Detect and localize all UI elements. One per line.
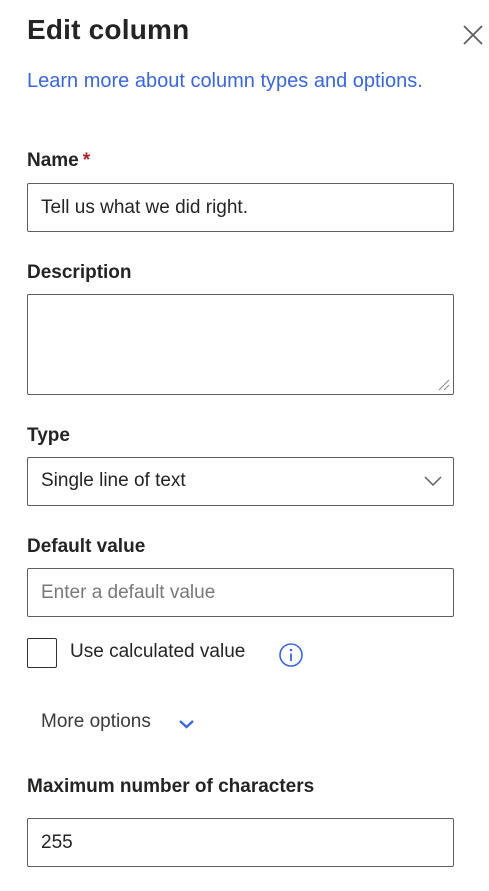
name-label-text: Name <box>27 150 79 171</box>
name-input[interactable] <box>27 183 454 232</box>
close-icon[interactable] <box>458 20 488 50</box>
chevron-down-icon[interactable] <box>178 718 195 730</box>
default-value-input[interactable] <box>27 568 454 617</box>
panel-title: Edit column <box>27 14 190 45</box>
calculated-value-label[interactable]: Use calculated value <box>70 641 245 663</box>
max-chars-label: Maximum number of characters <box>27 776 315 797</box>
type-selected-value: Single line of text <box>41 470 186 491</box>
default-value-label: Default value <box>27 536 146 557</box>
type-dropdown[interactable]: Single line of text <box>27 457 454 506</box>
calculated-value-checkbox[interactable] <box>27 638 57 668</box>
learn-more-link[interactable]: Learn more about column types and option… <box>27 66 427 96</box>
required-marker: * <box>82 150 91 171</box>
name-label: Name * <box>27 150 90 172</box>
type-label: Type <box>27 425 70 446</box>
max-chars-input[interactable] <box>27 818 454 867</box>
more-options-toggle[interactable]: More options <box>41 711 151 733</box>
info-icon[interactable] <box>278 642 304 668</box>
description-textarea[interactable] <box>27 294 454 395</box>
description-label: Description <box>27 262 132 283</box>
edit-column-panel: Edit column Learn more about column type… <box>0 0 489 891</box>
chevron-down-icon <box>424 476 442 487</box>
